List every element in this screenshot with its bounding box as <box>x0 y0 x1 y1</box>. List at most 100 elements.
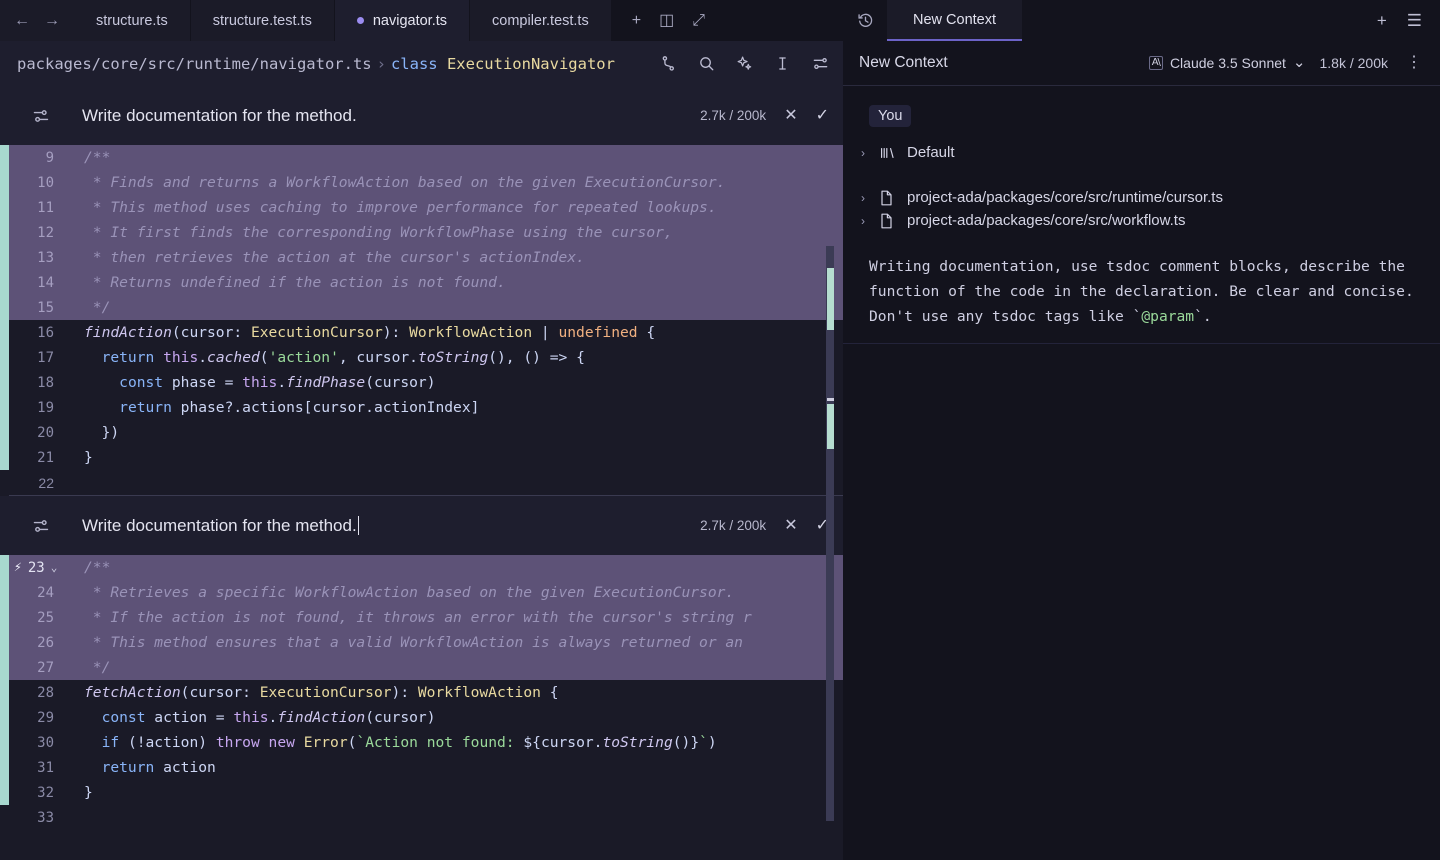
file-tab-label: compiler.test.ts <box>492 13 589 29</box>
code-block[interactable]: 16findAction(cursor: ExecutionCursor): W… <box>0 320 843 470</box>
breadcrumb-path[interactable]: packages/core/src/runtime/navigator.ts <box>17 55 372 73</box>
code-line[interactable]: 29 const action = this.findAction(cursor… <box>0 705 843 730</box>
inline-prompt-actions: 2.7k / 200k✕✓ <box>700 518 829 534</box>
sparkles-icon[interactable] <box>736 55 753 72</box>
code-line[interactable]: 25 * If the action is not found, it thro… <box>0 605 843 630</box>
expand-icon[interactable]: ⤢ <box>692 13 705 29</box>
code-block[interactable]: ⚡23⌄/**24 * Retrieves a specific Workflo… <box>0 555 843 680</box>
more-options-icon[interactable]: ⋮ <box>1402 58 1426 68</box>
split-editor-icon[interactable]: ◫ <box>659 13 674 29</box>
code-token: ( <box>260 349 269 366</box>
settings-sliders-icon[interactable] <box>0 517 82 535</box>
text-cursor-icon[interactable] <box>774 55 791 72</box>
code-line[interactable]: 31 return action <box>0 755 843 780</box>
accept-button[interactable]: ✓ <box>816 518 829 534</box>
code-line[interactable]: 17 return this.cached('action', cursor.t… <box>0 345 843 370</box>
hamburger-menu-icon[interactable]: ☰ <box>1407 12 1422 29</box>
code-token: ): <box>383 324 409 341</box>
line-number-gutter: 25 <box>0 610 64 626</box>
code-token: fetchAction <box>84 684 181 701</box>
code-line[interactable]: 27 */ <box>0 655 843 680</box>
code-token: (cursor) <box>365 374 435 391</box>
context-item[interactable]: ›project-ada/packages/core/src/workflow.… <box>843 209 1440 232</box>
code-token: { <box>638 324 656 341</box>
forward-arrow-icon[interactable]: → <box>44 13 60 29</box>
code-line[interactable]: 16findAction(cursor: ExecutionCursor): W… <box>0 320 843 345</box>
inline-prompt-bar[interactable]: Write documentation for the method.2.7k … <box>0 496 843 555</box>
code-line-text: const phase = this.findPhase(cursor) <box>64 374 436 391</box>
breadcrumb-bar: packages/core/src/runtime/navigator.ts›c… <box>0 41 843 86</box>
code-token: findPhase <box>286 374 365 391</box>
code-line-text: }) <box>64 424 119 441</box>
context-item[interactable]: ›Default <box>843 141 1440 164</box>
code-line[interactable]: 10 * Finds and returns a WorkflowAction … <box>0 170 843 195</box>
code-token: (), () => { <box>488 349 585 366</box>
code-line[interactable]: 12 * It first finds the corresponding Wo… <box>0 220 843 245</box>
code-token: toString <box>418 349 488 366</box>
editor-toolbar <box>660 55 843 72</box>
code-line[interactable]: 14 * Returns undefined if the action is … <box>0 270 843 295</box>
file-tab[interactable]: structure.test.ts <box>191 0 335 41</box>
inline-prompt-input[interactable]: Write documentation for the method. <box>82 106 700 126</box>
chevron-right-icon[interactable]: › <box>857 191 869 205</box>
code-line-text: /** <box>64 559 110 576</box>
code-line[interactable]: 28fetchAction(cursor: ExecutionCursor): … <box>0 680 843 705</box>
code-token: `Action not found: <box>356 734 523 751</box>
add-context-icon[interactable]: + <box>1377 12 1387 29</box>
settings-sliders-icon[interactable] <box>812 55 829 72</box>
code-line[interactable]: 18 const phase = this.findPhase(cursor) <box>0 370 843 395</box>
code-block[interactable]: 9/**10 * Finds and returns a WorkflowAct… <box>0 145 843 320</box>
code-line[interactable]: 11 * This method uses caching to improve… <box>0 195 843 220</box>
code-line[interactable]: 13 * then retrieves the action at the cu… <box>0 245 843 270</box>
code-line[interactable]: 24 * Retrieves a specific WorkflowAction… <box>0 580 843 605</box>
context-item-label: project-ada/packages/core/src/runtime/cu… <box>907 189 1223 206</box>
search-icon[interactable] <box>698 55 715 72</box>
code-block[interactable]: 28fetchAction(cursor: ExecutionCursor): … <box>0 680 843 805</box>
tab-new-context[interactable]: New Context <box>887 0 1022 41</box>
code-line[interactable]: 15 */ <box>0 295 843 320</box>
inline-prompt-bar[interactable]: Write documentation for the method.2.7k … <box>0 86 843 145</box>
context-attachment-list: ›Default›project-ada/packages/core/src/r… <box>843 141 1440 232</box>
chevron-down-icon[interactable]: ⌄ <box>51 561 58 574</box>
history-icon[interactable] <box>843 0 887 41</box>
inline-prompt-input[interactable]: Write documentation for the method. <box>82 516 700 536</box>
code-line[interactable]: 19 return phase?.actions[cursor.actionIn… <box>0 395 843 420</box>
code-line[interactable]: 26 * This method ensures that a valid Wo… <box>0 630 843 655</box>
code-editor[interactable]: Write documentation for the method.2.7k … <box>0 86 843 860</box>
code-block[interactable]: 33 <box>0 805 843 830</box>
text-caret <box>358 516 359 535</box>
model-selector[interactable]: A\ Claude 3.5 Sonnet ⌄ <box>1149 55 1306 71</box>
reject-button[interactable]: ✕ <box>784 108 797 124</box>
back-arrow-icon[interactable]: ← <box>14 13 30 29</box>
file-tab[interactable]: structure.ts <box>74 0 191 41</box>
chevron-right-icon[interactable]: › <box>857 146 869 160</box>
code-line-text: fetchAction(cursor: ExecutionCursor): Wo… <box>64 684 558 701</box>
code-line[interactable]: 20 }) <box>0 420 843 445</box>
branch-icon[interactable] <box>660 55 677 72</box>
breadcrumb-keyword: class <box>391 55 438 73</box>
code-token: return <box>119 399 172 416</box>
breadcrumb-symbol[interactable]: ExecutionNavigator <box>447 55 615 73</box>
lightning-bolt-icon[interactable]: ⚡ <box>14 560 22 575</box>
file-tab[interactable]: navigator.ts <box>335 0 470 41</box>
breadcrumb[interactable]: packages/core/src/runtime/navigator.ts›c… <box>17 55 615 73</box>
settings-sliders-icon[interactable] <box>0 107 82 125</box>
code-line[interactable]: 32} <box>0 780 843 805</box>
code-line[interactable]: 30 if (!action) throw new Error(`Action … <box>0 730 843 755</box>
code-token: * then retrieves the action at the curso… <box>84 249 585 266</box>
file-tab-label: structure.test.ts <box>213 13 312 29</box>
new-tab-icon[interactable]: + <box>632 13 641 29</box>
reject-button[interactable]: ✕ <box>784 518 797 534</box>
code-token: ) <box>708 734 717 751</box>
code-line-text: return action <box>64 759 216 776</box>
code-line[interactable]: 21} <box>0 445 843 470</box>
file-tab[interactable]: compiler.test.ts <box>470 0 612 41</box>
code-line[interactable]: ⚡23⌄/** <box>0 555 843 580</box>
code-line[interactable]: 33 <box>0 805 843 830</box>
code-line[interactable]: 9/** <box>0 145 843 170</box>
accept-button[interactable]: ✓ <box>816 108 829 124</box>
chevron-right-icon[interactable]: › <box>857 214 869 228</box>
tab-actions: + ◫ ⤢ <box>612 0 721 41</box>
context-item[interactable]: › project-ada/packages/core/src/runtime/c… <box>843 186 1440 209</box>
code-token: * It first finds the corresponding Workf… <box>84 224 673 241</box>
